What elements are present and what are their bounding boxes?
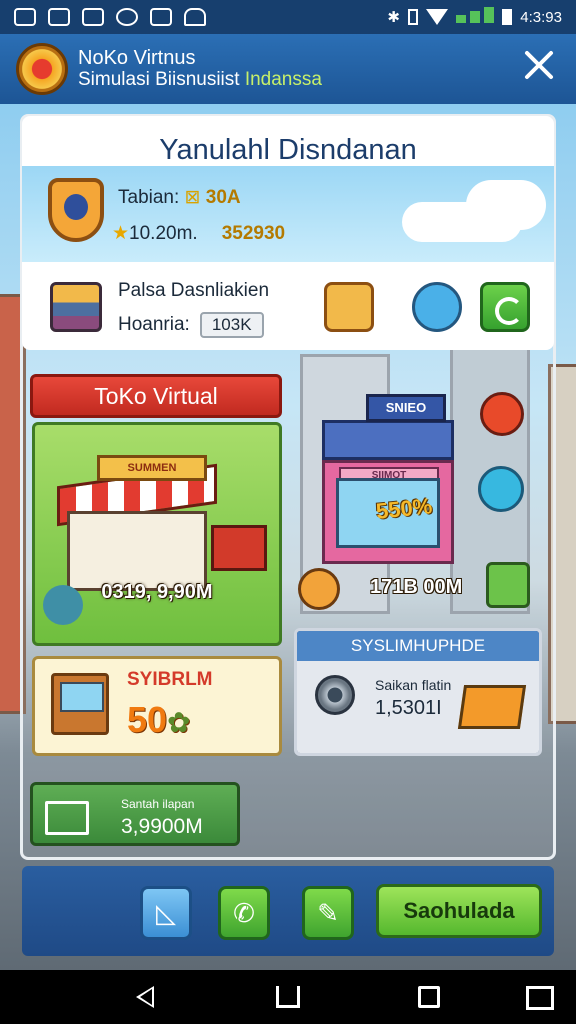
revenue-card[interactable]: Santah ilapan 3,9900M [30,782,240,846]
status-bar: ✱ 4:3:93 [0,0,576,34]
building-illustration[interactable]: SIIMOT [322,404,454,564]
signal-icon [455,7,495,27]
save-button[interactable]: Saohulada [376,884,542,938]
edit-icon: ◺ [156,897,176,928]
notification-icon [150,8,172,26]
store-illustration: SUMMEN [57,455,217,591]
android-icon [184,8,206,26]
gallery-icon [48,8,70,26]
inventory-info: Hoanria: 103K [118,312,264,338]
shop-banner: ToKo Virtual [30,374,282,418]
battery-icon [502,9,513,25]
action-toolbar: ◺ ✆ ✎ Saohulada [22,866,554,956]
inventory-label: Palsa Dasnliakien [118,280,270,301]
clock-icon[interactable] [298,568,340,610]
building-value: 171B 00M [370,576,463,598]
status-time: 4:3:93 [520,8,562,26]
chart-sign-icon[interactable] [486,562,530,608]
checkmark-icon[interactable] [478,466,524,512]
badge-icon[interactable] [412,282,462,332]
sale-label: SYIBRLM [127,669,213,690]
player-summary-card: Yanulahl Disndanan Tabian: ⊠ 30A ★10.20m… [22,116,554,350]
vibrate-icon [407,9,418,25]
inventory-row: Palsa Dasnliakien Hoanria: 103K [22,262,554,350]
refresh-icon[interactable] [480,282,530,332]
call-button[interactable]: ✆ [218,886,270,940]
wifi-icon [425,9,448,25]
navigation-bar [0,970,576,1024]
inventory-box-icon [50,282,102,332]
app-subtitle: Simulasi Biisnusiist Indanssa [78,69,322,90]
app-header: NoKo Virtnus Simulasi Biisnusiist Indans… [0,34,576,104]
star-icon: ★ [112,223,130,244]
mail-icon [14,8,36,26]
compass-icon[interactable] [480,392,524,436]
stat-rank: Tabian: ⊠ 30A [118,187,241,208]
sale-card[interactable]: SYIBRLM 50✿ [32,656,282,756]
close-icon[interactable] [522,48,556,82]
back-icon[interactable] [136,986,154,1008]
shop-card[interactable]: SUMMEN 0319, 9,90M [32,422,282,646]
home-icon[interactable] [276,986,300,1008]
building-sign: SNIEO [366,394,446,422]
chat-icon [116,8,138,26]
store-wall [67,511,207,591]
cart-icon [45,801,89,835]
camera-lens-icon [315,675,355,715]
document-search-icon[interactable] [324,282,374,332]
stat-coins: ★10.20m. 352930 [112,223,286,244]
stats-band: Tabian: ⊠ 30A ★10.20m. 352930 [22,166,554,262]
building-roof [322,420,454,460]
system-body: Saikan flatin 1,5301I [297,661,539,753]
system-card[interactable]: SYSLIMHUPHDE Saikan flatin 1,5301I [294,628,542,756]
revenue-label: Santah ilapan [121,797,195,811]
system-label: Saikan flatin [375,677,452,693]
edit-button[interactable]: ◺ [140,886,192,940]
shop-value: 0319, 9,90M [101,581,213,603]
revenue-value: 3,9900M [121,815,203,838]
bluetooth-icon: ✱ [387,9,400,26]
recent-apps-icon[interactable] [418,986,440,1008]
status-right: ✱ 4:3:93 [387,7,562,27]
system-value: 1,5301I [375,697,442,719]
counter-icon [211,525,267,571]
cloud [466,180,546,230]
shopping-cart-icon [457,685,527,729]
ribbon-icon: ✿ [167,707,191,738]
photo-icon [82,8,104,26]
register-icon [51,673,109,735]
app-title: NoKo Virtnus [78,47,196,69]
store-sign: SUMMEN [97,455,207,481]
pencil-button[interactable]: ✎ [302,886,354,940]
rank-badge-icon [48,178,104,242]
phone-icon: ✆ [233,897,255,928]
sale-percent: 50✿ [127,699,191,740]
screenshot-icon[interactable] [526,986,554,1010]
summary-title: Yanulahl Disndanan [159,134,417,166]
pencil-icon: ✎ [317,897,339,928]
app-logo [16,43,68,95]
system-header: SYSLIMHUPHDE [297,631,539,661]
inventory-value-pill: 103K [199,312,264,338]
